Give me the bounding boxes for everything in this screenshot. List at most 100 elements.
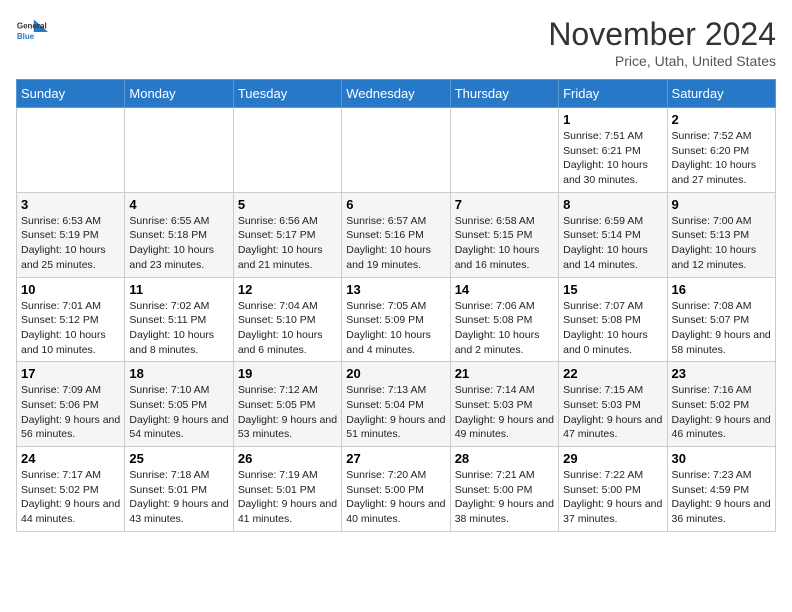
- day-number: 28: [455, 451, 554, 466]
- day-info: Sunrise: 7:21 AMSunset: 5:00 PMDaylight:…: [455, 468, 554, 527]
- day-info: Sunrise: 7:09 AMSunset: 5:06 PMDaylight:…: [21, 383, 120, 442]
- day-cell: 16 Sunrise: 7:08 AMSunset: 5:07 PMDayligh…: [667, 277, 775, 362]
- week-row-1: 1 Sunrise: 7:51 AMSunset: 6:21 PMDaylight…: [17, 108, 776, 193]
- day-info: Sunrise: 7:18 AMSunset: 5:01 PMDaylight:…: [129, 468, 228, 527]
- header-friday: Friday: [559, 80, 667, 108]
- day-cell: 3 Sunrise: 6:53 AMSunset: 5:19 PMDaylight…: [17, 192, 125, 277]
- day-number: 14: [455, 282, 554, 297]
- day-number: 3: [21, 197, 120, 212]
- week-row-3: 10 Sunrise: 7:01 AMSunset: 5:12 PMDayligh…: [17, 277, 776, 362]
- day-cell: 9 Sunrise: 7:00 AMSunset: 5:13 PMDaylight…: [667, 192, 775, 277]
- header-wednesday: Wednesday: [342, 80, 450, 108]
- day-number: 20: [346, 366, 445, 381]
- day-cell: 13Sunrise: 7:05 AMSunset: 5:09 PMDayligh…: [342, 277, 450, 362]
- day-cell: [233, 108, 341, 193]
- day-info: Sunrise: 7:00 AMSunset: 5:13 PMDaylight:…: [672, 214, 771, 273]
- calendar-table: Sunday Monday Tuesday Wednesday Thursday…: [16, 79, 776, 532]
- day-number: 21: [455, 366, 554, 381]
- page-header: General Blue November 2024 Price, Utah, …: [16, 16, 776, 69]
- day-info: Sunrise: 6:55 AMSunset: 5:18 PMDaylight:…: [129, 214, 228, 273]
- title-block: November 2024 Price, Utah, United States: [548, 16, 776, 69]
- calendar-body: 1 Sunrise: 7:51 AMSunset: 6:21 PMDaylight…: [17, 108, 776, 532]
- day-number: 4: [129, 197, 228, 212]
- header-saturday: Saturday: [667, 80, 775, 108]
- day-info: Sunrise: 6:58 AMSunset: 5:15 PMDaylight:…: [455, 214, 554, 273]
- day-info: Sunrise: 7:14 AMSunset: 5:03 PMDaylight:…: [455, 383, 554, 442]
- day-number: 22: [563, 366, 662, 381]
- header-sunday: Sunday: [17, 80, 125, 108]
- day-number: 26: [238, 451, 337, 466]
- month-title: November 2024: [548, 16, 776, 53]
- day-number: 23: [672, 366, 771, 381]
- day-cell: 28 Sunrise: 7:21 AMSunset: 5:00 PMDayligh…: [450, 447, 558, 532]
- day-info: Sunrise: 6:57 AMSunset: 5:16 PMDaylight:…: [346, 214, 445, 273]
- day-info: Sunrise: 7:12 AMSunset: 5:05 PMDaylight:…: [238, 383, 337, 442]
- day-cell: 2 Sunrise: 7:52 AMSunset: 6:20 PMDaylight…: [667, 108, 775, 193]
- day-number: 16: [672, 282, 771, 297]
- day-cell: 24Sunrise: 7:17 AMSunset: 5:02 PMDayligh…: [17, 447, 125, 532]
- day-number: 10: [21, 282, 120, 297]
- day-number: 25: [129, 451, 228, 466]
- svg-text:Blue: Blue: [17, 32, 35, 41]
- header-tuesday: Tuesday: [233, 80, 341, 108]
- day-number: 7: [455, 197, 554, 212]
- day-cell: 29 Sunrise: 7:22 AMSunset: 5:00 PMDayligh…: [559, 447, 667, 532]
- header-monday: Monday: [125, 80, 233, 108]
- day-cell: 4 Sunrise: 6:55 AMSunset: 5:18 PMDaylight…: [125, 192, 233, 277]
- day-number: 8: [563, 197, 662, 212]
- day-cell: [17, 108, 125, 193]
- day-number: 24: [21, 451, 120, 466]
- day-cell: 23 Sunrise: 7:16 AMSunset: 5:02 PMDayligh…: [667, 362, 775, 447]
- day-info: Sunrise: 7:08 AMSunset: 5:07 PMDaylight:…: [672, 299, 771, 358]
- day-cell: 20Sunrise: 7:13 AMSunset: 5:04 PMDayligh…: [342, 362, 450, 447]
- day-number: 19: [238, 366, 337, 381]
- day-cell: 15 Sunrise: 7:07 AMSunset: 5:08 PMDayligh…: [559, 277, 667, 362]
- day-cell: 12Sunrise: 7:04 AMSunset: 5:10 PMDayligh…: [233, 277, 341, 362]
- day-number: 9: [672, 197, 771, 212]
- day-info: Sunrise: 7:07 AMSunset: 5:08 PMDaylight:…: [563, 299, 662, 358]
- day-info: Sunrise: 7:19 AMSunset: 5:01 PMDaylight:…: [238, 468, 337, 527]
- week-row-5: 24Sunrise: 7:17 AMSunset: 5:02 PMDayligh…: [17, 447, 776, 532]
- day-info: Sunrise: 7:10 AMSunset: 5:05 PMDaylight:…: [129, 383, 228, 442]
- day-number: 30: [672, 451, 771, 466]
- day-info: Sunrise: 7:16 AMSunset: 5:02 PMDaylight:…: [672, 383, 771, 442]
- logo-icon: General Blue: [16, 16, 48, 48]
- day-number: 2: [672, 112, 771, 127]
- header-row: Sunday Monday Tuesday Wednesday Thursday…: [17, 80, 776, 108]
- day-info: Sunrise: 7:20 AMSunset: 5:00 PMDaylight:…: [346, 468, 445, 527]
- day-cell: 11Sunrise: 7:02 AMSunset: 5:11 PMDayligh…: [125, 277, 233, 362]
- day-number: 11: [129, 282, 228, 297]
- day-number: 15: [563, 282, 662, 297]
- week-row-2: 3 Sunrise: 6:53 AMSunset: 5:19 PMDaylight…: [17, 192, 776, 277]
- day-info: Sunrise: 7:15 AMSunset: 5:03 PMDaylight:…: [563, 383, 662, 442]
- calendar-header: Sunday Monday Tuesday Wednesday Thursday…: [17, 80, 776, 108]
- day-cell: 10 Sunrise: 7:01 AMSunset: 5:12 PMDayligh…: [17, 277, 125, 362]
- svg-text:General: General: [17, 21, 47, 30]
- day-info: Sunrise: 7:52 AMSunset: 6:20 PMDaylight:…: [672, 129, 771, 188]
- day-cell: 14 Sunrise: 7:06 AMSunset: 5:08 PMDayligh…: [450, 277, 558, 362]
- day-cell: 22 Sunrise: 7:15 AMSunset: 5:03 PMDayligh…: [559, 362, 667, 447]
- day-cell: 6Sunrise: 6:57 AMSunset: 5:16 PMDaylight…: [342, 192, 450, 277]
- day-number: 5: [238, 197, 337, 212]
- day-info: Sunrise: 7:01 AMSunset: 5:12 PMDaylight:…: [21, 299, 120, 358]
- day-cell: [450, 108, 558, 193]
- day-info: Sunrise: 7:06 AMSunset: 5:08 PMDaylight:…: [455, 299, 554, 358]
- day-cell: 19 Sunrise: 7:12 AMSunset: 5:05 PMDayligh…: [233, 362, 341, 447]
- day-cell: 8Sunrise: 6:59 AMSunset: 5:14 PMDaylight…: [559, 192, 667, 277]
- day-info: Sunrise: 7:51 AMSunset: 6:21 PMDaylight:…: [563, 129, 662, 188]
- day-info: Sunrise: 7:04 AMSunset: 5:10 PMDaylight:…: [238, 299, 337, 358]
- day-cell: 1 Sunrise: 7:51 AMSunset: 6:21 PMDaylight…: [559, 108, 667, 193]
- day-number: 29: [563, 451, 662, 466]
- day-cell: [125, 108, 233, 193]
- logo: General Blue: [16, 16, 48, 48]
- day-info: Sunrise: 7:23 AMSunset: 4:59 PMDaylight:…: [672, 468, 771, 527]
- day-number: 18: [129, 366, 228, 381]
- day-number: 13: [346, 282, 445, 297]
- week-row-4: 17Sunrise: 7:09 AMSunset: 5:06 PMDayligh…: [17, 362, 776, 447]
- day-cell: 26 Sunrise: 7:19 AMSunset: 5:01 PMDayligh…: [233, 447, 341, 532]
- day-number: 1: [563, 112, 662, 127]
- day-info: Sunrise: 6:53 AMSunset: 5:19 PMDaylight:…: [21, 214, 120, 273]
- day-cell: [342, 108, 450, 193]
- day-cell: 7 Sunrise: 6:58 AMSunset: 5:15 PMDaylight…: [450, 192, 558, 277]
- day-info: Sunrise: 7:22 AMSunset: 5:00 PMDaylight:…: [563, 468, 662, 527]
